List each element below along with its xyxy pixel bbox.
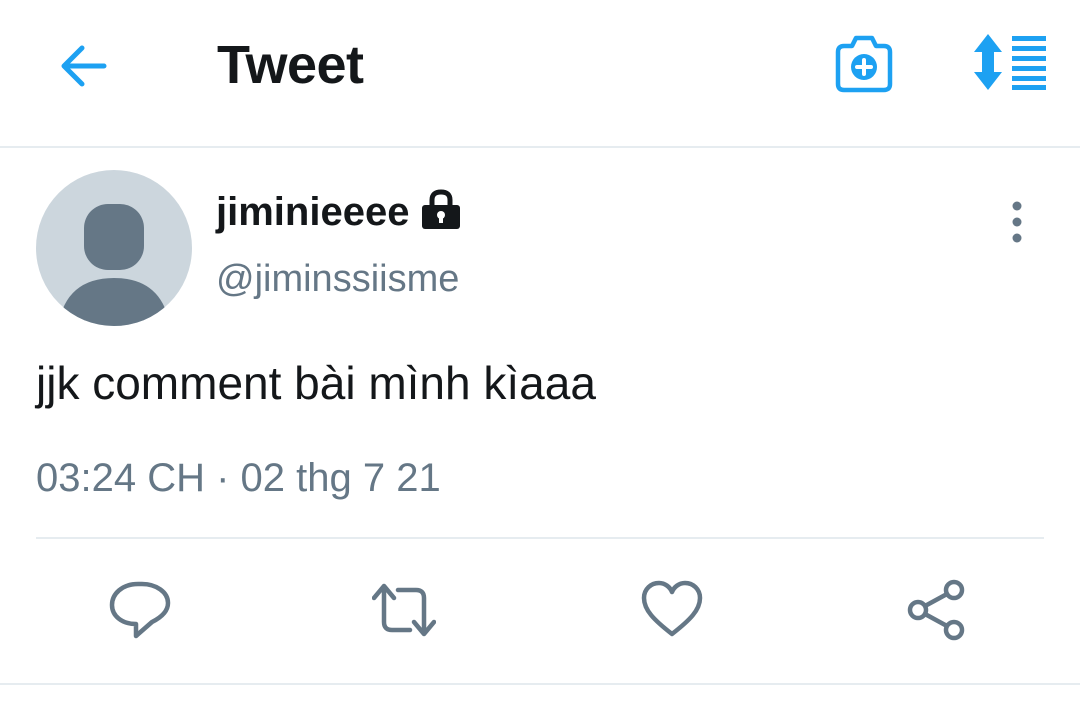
more-options-button[interactable]: [996, 198, 1038, 246]
sort-toggle-button[interactable]: [968, 32, 1048, 92]
more-vertical-icon: [1012, 201, 1022, 243]
like-button[interactable]: [640, 578, 704, 642]
page-title: Tweet: [217, 35, 364, 95]
tweet-timestamp: 03:24 CH · 02 thg 7 21: [36, 456, 441, 500]
retweet-button[interactable]: [371, 578, 437, 642]
user-handle[interactable]: @jiminssiisme: [216, 258, 459, 301]
arrow-left-icon: [61, 45, 107, 87]
top-app-bar: Tweet: [0, 0, 1080, 148]
default-avatar-icon: [58, 204, 170, 326]
tweet-text: jjk comment bài mình kìaaa: [36, 357, 596, 409]
retweet-icon: [371, 583, 437, 637]
camera-button[interactable]: [832, 34, 896, 94]
heart-icon: [641, 580, 703, 637]
lock-icon: [420, 188, 462, 230]
avatar[interactable]: [36, 170, 192, 326]
reply-icon: [109, 581, 171, 639]
display-name[interactable]: jiminieeee: [216, 190, 409, 235]
camera-plus-icon: [835, 35, 893, 93]
share-icon: [907, 579, 965, 641]
back-button[interactable]: [54, 38, 114, 94]
divider: [0, 683, 1080, 685]
divider: [36, 537, 1044, 539]
share-button[interactable]: [904, 578, 968, 642]
reply-button[interactable]: [108, 578, 172, 642]
sort-arrows-icon: [974, 34, 1046, 90]
